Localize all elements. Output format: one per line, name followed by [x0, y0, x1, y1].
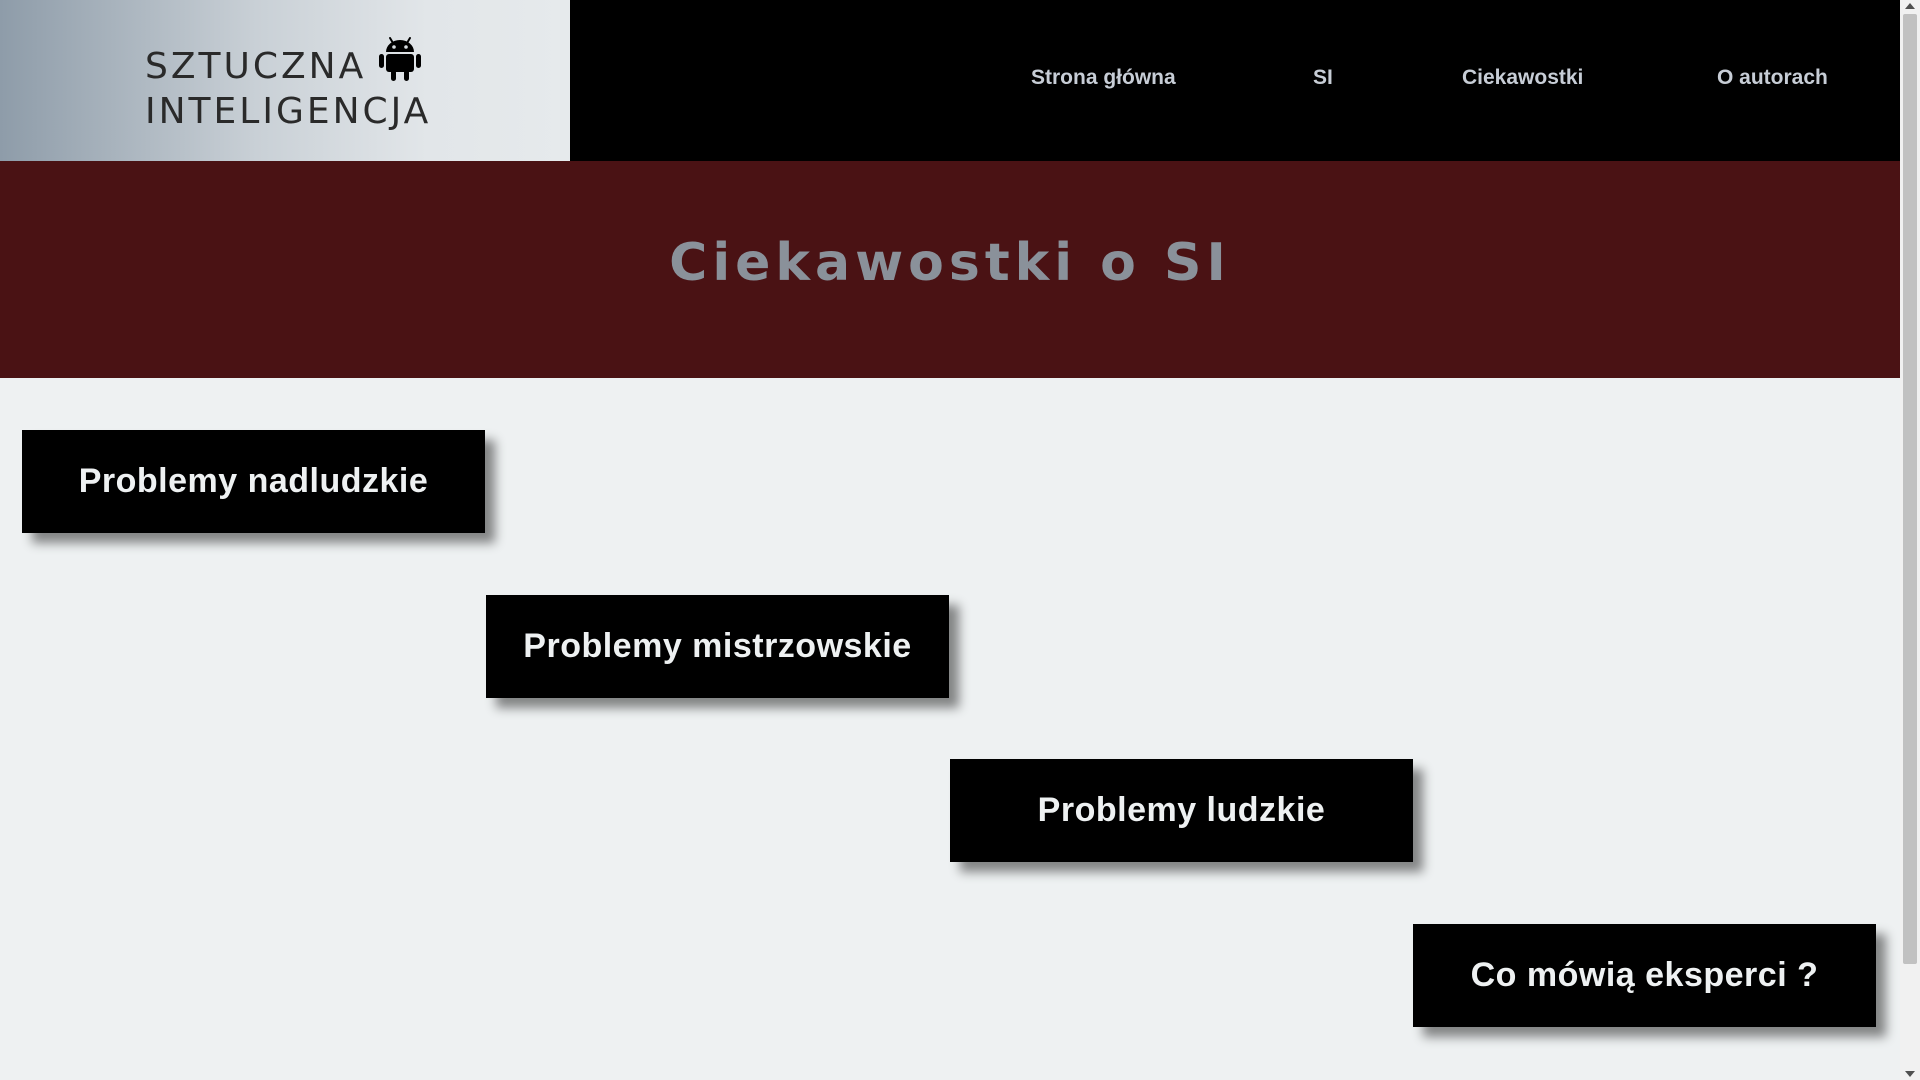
- main-nav: Strona główna SI Ciekawostki O autorach: [570, 0, 1900, 161]
- android-icon: [379, 37, 421, 81]
- site-header: SZTUCZNA INTELIGENCJA Strona główna SI C…: [0, 0, 1900, 161]
- brand-logo[interactable]: SZTUCZNA INTELIGENCJA: [0, 0, 570, 161]
- scrollbar-thumb[interactable]: [1903, 14, 1917, 964]
- page-title: Ciekawostki o SI: [669, 233, 1231, 293]
- scroll-down-arrow-icon[interactable]: [1905, 1071, 1915, 1077]
- card-problemy-ludzkie[interactable]: Problemy ludzkie: [950, 759, 1413, 862]
- page: SZTUCZNA INTELIGENCJA Strona główna SI C…: [0, 0, 1900, 1080]
- card-problemy-nadludzkie[interactable]: Problemy nadludzkie: [22, 430, 485, 533]
- card-problemy-mistrzowskie[interactable]: Problemy mistrzowskie: [486, 595, 949, 698]
- card-co-mowia-eksperci[interactable]: Co mówią eksperci ?: [1413, 924, 1876, 1027]
- vertical-scrollbar[interactable]: [1900, 0, 1920, 1080]
- page-banner: Ciekawostki o SI: [0, 161, 1900, 378]
- nav-item-ciekawostki[interactable]: Ciekawostki: [1462, 66, 1583, 90]
- nav-item-home[interactable]: Strona główna: [1031, 66, 1176, 90]
- brand-title-line-2: INTELIGENCJA: [145, 91, 432, 132]
- nav-item-o-autorach[interactable]: O autorach: [1717, 66, 1828, 90]
- scroll-up-arrow-icon[interactable]: [1905, 3, 1915, 9]
- nav-item-si[interactable]: SI: [1313, 66, 1333, 90]
